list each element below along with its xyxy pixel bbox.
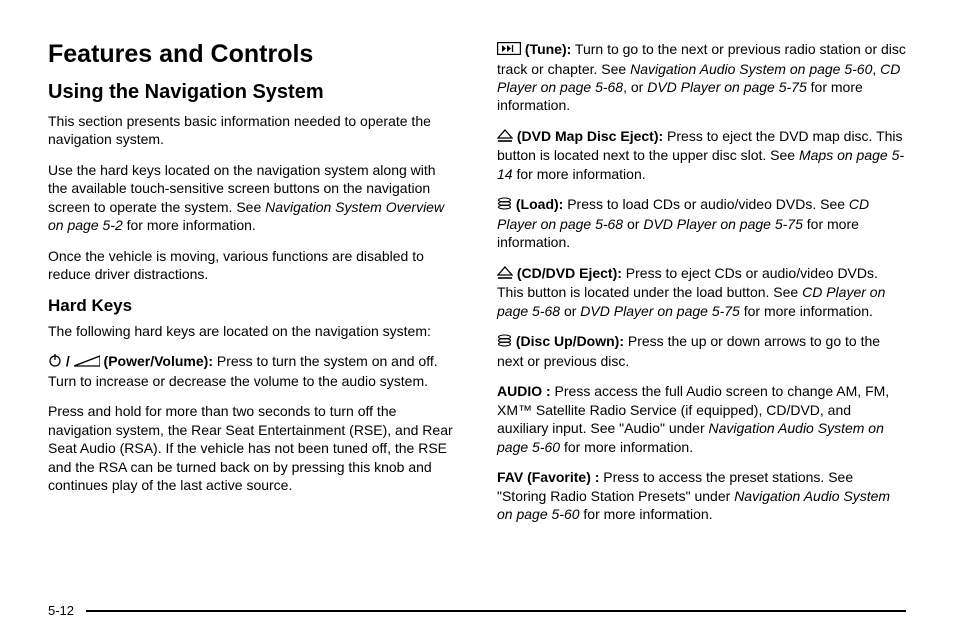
load-label: (Load):	[512, 196, 563, 212]
reference-link: DVD Player on page 5-75	[647, 79, 807, 95]
main-title: Features and Controls	[48, 40, 457, 69]
columns: Features and Controls Using the Navigati…	[48, 40, 906, 593]
text: for more information.	[123, 217, 256, 233]
text: for more information.	[513, 166, 646, 182]
power-icon	[48, 353, 62, 371]
separator: /	[66, 353, 74, 369]
text: for more information.	[580, 506, 713, 522]
text: or	[623, 216, 643, 232]
reference-link: DVD Player on page 5-75	[580, 303, 740, 319]
text: , or	[623, 79, 647, 95]
disc-updown-entry: (Disc Up/Down): Press the up or down arr…	[497, 332, 906, 370]
disc-label: (Disc Up/Down):	[512, 333, 624, 349]
eject-icon	[497, 265, 513, 283]
reference-link: DVD Player on page 5-75	[643, 216, 803, 232]
audio-label: AUDIO :	[497, 383, 551, 399]
dvd-eject-label: (DVD Map Disc Eject):	[513, 128, 663, 144]
disc-icon	[497, 333, 512, 351]
tune-entry: (Tune): Turn to go to the next or previo…	[497, 40, 906, 115]
power-label: (Power/Volume):	[100, 353, 213, 369]
power-volume-entry: / (Power/Volume): Press to turn the syst…	[48, 352, 457, 390]
volume-icon	[74, 353, 100, 371]
hardkeys-intro: The following hard keys are located on t…	[48, 322, 457, 340]
column-left: Features and Controls Using the Navigati…	[48, 40, 457, 593]
hardkeys-heading: Hard Keys	[48, 296, 457, 316]
fav-entry: FAV (Favorite) : Press to access the pre…	[497, 468, 906, 523]
text: for more information.	[560, 439, 693, 455]
fav-label: FAV (Favorite) :	[497, 469, 599, 485]
tune-label: (Tune):	[521, 41, 571, 57]
moving-paragraph: Once the vehicle is moving, various func…	[48, 247, 457, 284]
page-container: Features and Controls Using the Navigati…	[0, 0, 954, 638]
reference-link: Navigation Audio System on page 5-60	[630, 61, 872, 77]
footer: 5-12	[48, 593, 906, 618]
footer-rule	[86, 610, 906, 612]
power-hold-paragraph: Press and hold for more than two seconds…	[48, 402, 457, 494]
eject-icon	[497, 128, 513, 146]
column-right: (Tune): Turn to go to the next or previo…	[497, 40, 906, 593]
audio-entry: AUDIO : Press access the full Audio scre…	[497, 382, 906, 456]
text: for more information.	[740, 303, 873, 319]
text: or	[560, 303, 580, 319]
intro-paragraph: This section presents basic information …	[48, 112, 457, 149]
section-heading: Using the Navigation System	[48, 81, 457, 104]
dvd-eject-entry: (DVD Map Disc Eject): Press to eject the…	[497, 127, 906, 183]
usage-paragraph: Use the hard keys located on the navigat…	[48, 161, 457, 235]
text: Press to load CDs or audio/video DVDs. S…	[563, 196, 849, 212]
tune-icon	[497, 41, 521, 59]
cd-eject-label: (CD/DVD Eject):	[513, 265, 622, 281]
text: ,	[872, 61, 880, 77]
load-icon	[497, 196, 512, 214]
page-number: 5-12	[48, 603, 74, 618]
cd-eject-entry: (CD/DVD Eject): Press to eject CDs or au…	[497, 264, 906, 320]
load-entry: (Load): Press to load CDs or audio/video…	[497, 195, 906, 251]
